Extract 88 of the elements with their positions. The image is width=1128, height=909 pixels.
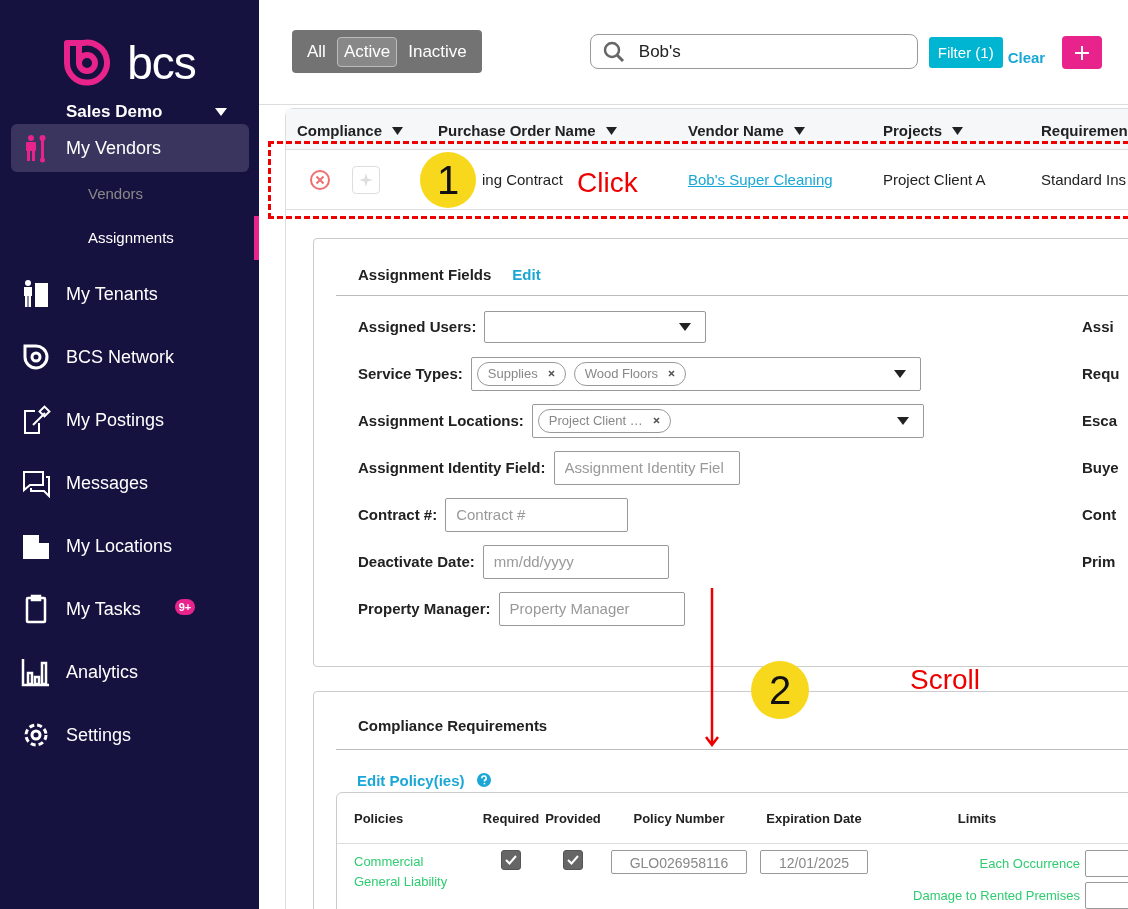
logo-text: bcs — [127, 38, 196, 88]
add-button[interactable] — [1062, 36, 1103, 69]
annotation-text: Scroll — [910, 664, 980, 696]
sort-icon — [952, 126, 964, 135]
remove-icon — [547, 370, 555, 377]
multiselect-field[interactable]: Supplies Wood Floors — [470, 356, 921, 391]
step-marker: 2 — [751, 661, 809, 719]
pin-note-icon — [21, 405, 51, 435]
column-header[interactable]: Projects — [872, 122, 1030, 149]
nav-item[interactable]: My Tenants — [11, 270, 249, 318]
remove-icon — [652, 417, 660, 424]
field-label: Assignment Locations: — [358, 412, 524, 429]
field-label: Esca — [1082, 412, 1118, 429]
status-tab[interactable]: All — [300, 36, 333, 67]
input-field[interactable]: Property Manager — [498, 591, 685, 626]
field-label: Cont — [1082, 506, 1117, 523]
nav-item[interactable]: My Locations — [11, 522, 249, 570]
checkbox[interactable] — [563, 850, 583, 870]
nav-item[interactable]: Messages — [11, 459, 249, 507]
policy-number-field[interactable]: GLO026958116 — [611, 850, 747, 874]
column-header: Limits — [956, 810, 998, 826]
task-count: 9+ — [174, 599, 196, 615]
bar-chart-icon — [21, 657, 51, 687]
caret-icon — [679, 322, 692, 331]
date-field[interactable]: 12/01/2025 — [760, 850, 868, 874]
field-label: Service Types: — [358, 365, 463, 382]
org-selector[interactable]: Sales Demo — [66, 100, 227, 124]
field-label: Property Manager: — [358, 600, 491, 617]
policy-name: Commercial General Liability — [354, 853, 449, 891]
multiselect-field[interactable]: Project Client … — [531, 403, 924, 438]
field-label: Buye — [1082, 459, 1119, 476]
annotation-text: Click — [577, 167, 638, 199]
section-title: Assignment Fields — [358, 265, 492, 283]
nav-item[interactable]: Settings — [11, 711, 249, 759]
limit-label: Damage to Rented Premises — [912, 888, 1080, 903]
column-header: Required — [481, 810, 541, 826]
nav-item[interactable]: My Postings — [11, 396, 249, 444]
input-field[interactable]: mm/dd/yyyy — [482, 544, 669, 579]
person-building-icon — [21, 279, 51, 309]
select-field[interactable] — [484, 310, 707, 343]
nav-item[interactable]: My Tasks 9+ — [11, 585, 249, 633]
column-header[interactable]: Purchase Order Name — [427, 122, 677, 149]
table-cell-text: Project Client A — [882, 171, 987, 188]
field-label: Deactivate Date: — [358, 553, 475, 570]
sort-icon — [605, 126, 617, 135]
step-marker: 1 — [420, 152, 476, 208]
status-tab[interactable]: Inactive — [401, 36, 474, 67]
caret-icon — [896, 416, 909, 425]
chat-icon — [21, 468, 51, 498]
nav-item[interactable]: My Vendors — [11, 124, 249, 172]
nav-subitem[interactable]: Assignments — [0, 216, 259, 260]
nav-item[interactable]: BCS Network — [11, 333, 249, 381]
field-label: Assigned Users: — [358, 318, 477, 335]
table-cell: ing Contract — [482, 171, 563, 188]
section-title: Compliance Requirements — [358, 716, 549, 736]
field-label: Assi — [1082, 318, 1114, 335]
ring-logo-icon — [21, 342, 51, 372]
check-icon — [567, 855, 579, 865]
column-header[interactable]: Vendor Name — [677, 122, 872, 149]
caret-icon — [893, 369, 906, 378]
limit-label: Each Occurrence — [978, 856, 1080, 871]
input-field[interactable]: Contract # — [445, 497, 629, 532]
sort-icon — [793, 126, 805, 135]
remove-icon — [668, 370, 676, 377]
column-header[interactable]: Compliance — [286, 122, 427, 149]
status-tab[interactable]: Active — [336, 36, 398, 67]
sort-icon — [392, 126, 404, 135]
field-label: Requ — [1082, 365, 1120, 382]
column-header: Expiration Date — [765, 810, 863, 826]
table-cell-text: Standard Ins — [1040, 171, 1128, 188]
field-label: Assignment Identity Field: — [358, 459, 546, 476]
help-icon[interactable] — [476, 773, 491, 787]
plus-icon — [1074, 44, 1091, 61]
nav-subitem[interactable]: Vendors — [0, 172, 259, 216]
checkbox[interactable] — [501, 850, 521, 870]
column-header: Policy Number — [632, 810, 726, 826]
field-label: Contract #: — [358, 506, 438, 523]
caret-icon — [215, 108, 227, 116]
nav-item[interactable]: Analytics — [11, 648, 249, 696]
field-label: Prim — [1082, 553, 1116, 570]
search-field[interactable]: Bob's — [589, 34, 918, 69]
input-field[interactable]: Assignment Identity Fiel — [553, 450, 740, 485]
column-header: Policies — [354, 810, 405, 826]
search-icon — [602, 40, 625, 63]
column-header[interactable]: Requiremen — [1030, 122, 1128, 149]
column-header: Provided — [544, 810, 602, 826]
check-icon — [505, 855, 517, 865]
sparkle-icon — [359, 172, 373, 187]
